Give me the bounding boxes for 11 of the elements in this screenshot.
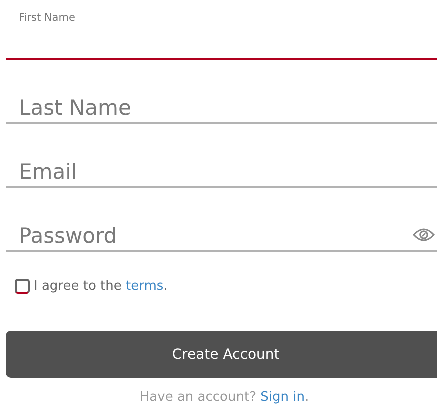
input-field[interactable]: Password <box>6 200 437 252</box>
create-account-button[interactable]: Create Account <box>6 331 437 378</box>
eye-icon[interactable] <box>413 228 435 242</box>
terms-link[interactable]: terms <box>126 279 164 294</box>
input-field[interactable]: Email <box>6 136 437 188</box>
terms-text: I agree to the terms. <box>34 279 168 294</box>
sign-in-prompt: Have an account? Sign in. <box>138 390 310 405</box>
sign-in-link[interactable]: Sign in <box>260 390 305 405</box>
input-field[interactable]: Last Name <box>6 72 437 124</box>
input-field[interactable]: First Name <box>6 8 437 60</box>
checkbox[interactable] <box>15 279 30 294</box>
